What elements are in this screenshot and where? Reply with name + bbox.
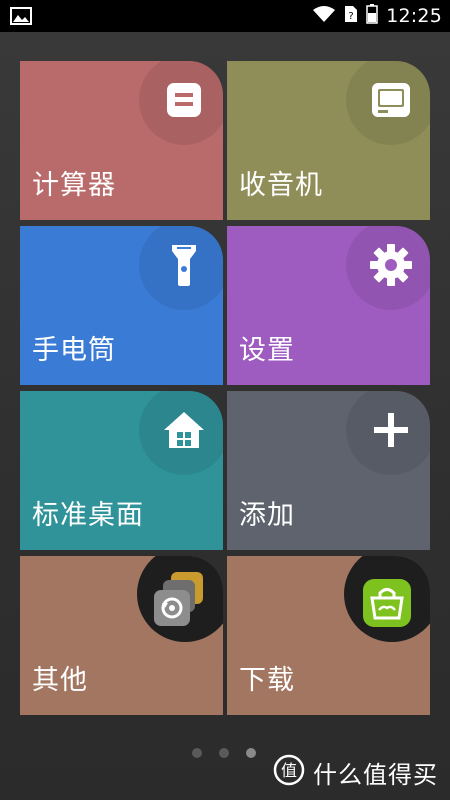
tile-add[interactable]: 添加 — [227, 391, 430, 550]
tile-download[interactable]: 下载 — [227, 556, 430, 715]
svg-text:值: 值 — [281, 761, 297, 780]
status-bar: ? 12:25 — [0, 0, 450, 32]
clock: 12:25 — [386, 5, 442, 27]
tile-label: 添加 — [239, 500, 295, 531]
sim-icon: ? — [344, 5, 358, 27]
svg-text:?: ? — [349, 11, 354, 22]
tile-label: 设置 — [239, 335, 295, 366]
tile-label: 收音机 — [239, 170, 323, 201]
wifi-icon — [312, 5, 336, 27]
page-indicator[interactable] — [192, 748, 256, 758]
folder-stack-icon — [151, 570, 207, 630]
tile-label: 计算器 — [32, 170, 116, 201]
tile-label: 其他 — [32, 665, 88, 696]
tile-calculator[interactable]: 计算器 — [20, 61, 223, 220]
gear-icon — [366, 240, 416, 290]
tile-label: 标准桌面 — [32, 500, 144, 531]
tile-label: 手电筒 — [32, 335, 116, 366]
radio-icon — [366, 75, 416, 125]
zhi-logo-icon: 值 — [273, 754, 305, 790]
tile-flashlight[interactable]: 手电筒 — [20, 226, 223, 385]
tile-standard-desktop[interactable]: 标准桌面 — [20, 391, 223, 550]
flashlight-icon — [159, 240, 209, 290]
tile-label: 下载 — [239, 665, 295, 696]
home-icon — [159, 405, 209, 455]
tile-radio[interactable]: 收音机 — [227, 61, 430, 220]
tile-others[interactable]: 其他 — [20, 556, 223, 715]
page-dot[interactable] — [192, 748, 202, 758]
tile-settings[interactable]: 设置 — [227, 226, 430, 385]
watermark-text: 什么值得买 — [313, 760, 438, 789]
page-dot[interactable] — [219, 748, 229, 758]
battery-icon — [366, 4, 378, 28]
image-icon — [10, 7, 32, 25]
store-bag-icon — [362, 578, 412, 628]
plus-icon — [366, 405, 416, 455]
watermark: 值 什么值得买 — [273, 754, 438, 790]
calculator-icon — [159, 75, 209, 125]
page-dot-active[interactable] — [246, 748, 256, 758]
